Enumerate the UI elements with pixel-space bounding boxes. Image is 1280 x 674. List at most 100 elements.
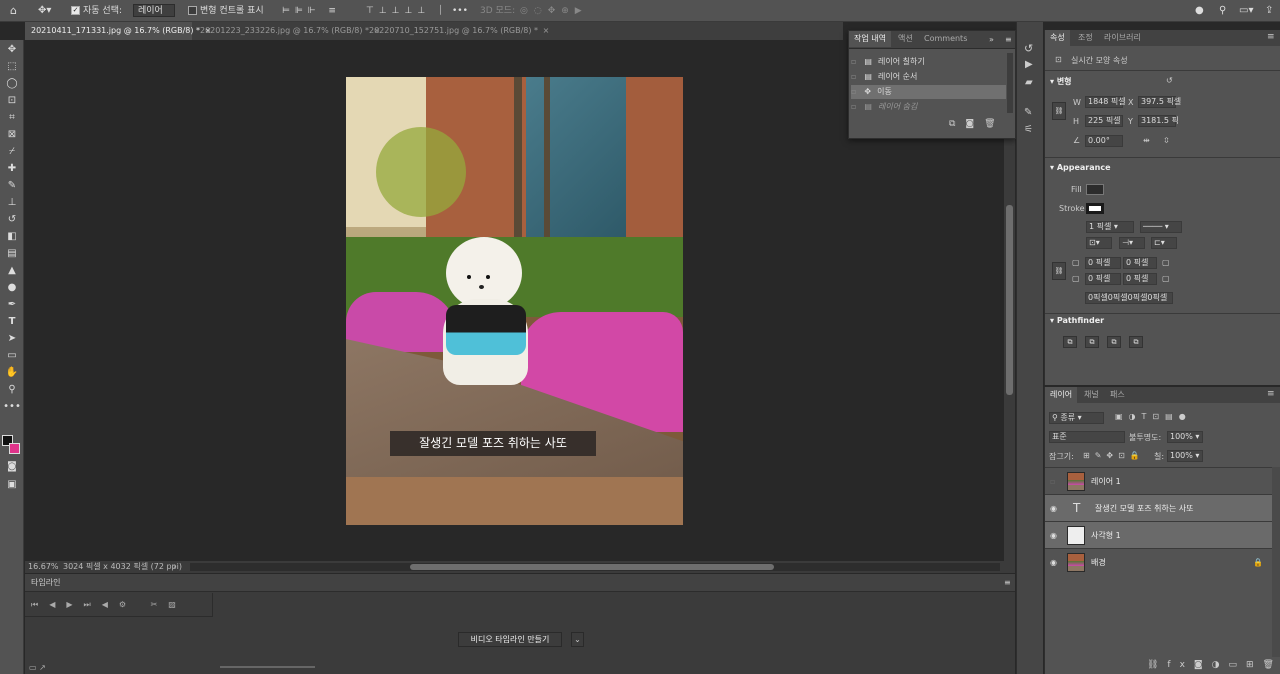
tab-channels[interactable]: 채널 <box>1079 387 1104 403</box>
panel-menu-icon[interactable]: ≡ <box>1267 389 1275 399</box>
link-icon[interactable]: ⛓ <box>1052 102 1066 120</box>
type-tool-icon[interactable]: T <box>3 314 21 329</box>
filter-kind-dropdown[interactable]: ⚲ 종류 ▾ <box>1049 412 1104 424</box>
layer-filter-icons[interactable]: ▣◑T⊡▤● <box>1115 412 1192 421</box>
path-select-tool-icon[interactable]: ➤ <box>3 331 21 346</box>
move-tool-icon[interactable]: ✥ <box>3 42 21 57</box>
chevron-down-icon[interactable]: ⌄ <box>571 632 584 647</box>
stroke-caps-dropdown[interactable]: ⊣▾ <box>1119 237 1145 249</box>
tab-actions[interactable]: 액션 <box>893 31 918 47</box>
rectangle-tool-icon[interactable]: ▭ <box>3 348 21 363</box>
layer-row-selected[interactable]: ◉ 사각형 1 <box>1045 521 1272 548</box>
width-field[interactable]: 1848 픽셀 <box>1085 96 1126 108</box>
blur-tool-icon[interactable]: ▲ <box>3 263 21 278</box>
marquee-tool-icon[interactable]: ⬚ <box>3 59 21 74</box>
tab-comments[interactable]: Comments <box>919 31 972 47</box>
x-field[interactable]: 397.5 픽셀 <box>1138 96 1181 108</box>
stamp-tool-icon[interactable]: ⊥ <box>3 195 21 210</box>
healing-tool-icon[interactable]: ✚ <box>3 161 21 176</box>
create-video-timeline-button[interactable]: 비디오 타임라인 만들기 <box>458 632 562 647</box>
history-item[interactable]: ▫ ▤ 레이어 칠하기 <box>851 55 1006 69</box>
blend-mode-dropdown[interactable]: 표준 <box>1049 431 1125 443</box>
eye-icon[interactable]: ◉ <box>1050 522 1057 549</box>
history-item[interactable]: ▫ ▤ 레이어 숨김 <box>851 100 1006 114</box>
doc-tab-2[interactable]: 20201223_233226.jpg @ 16.7% (RGB/8) * × <box>194 22 380 40</box>
history-item-selected[interactable]: ▫ ✥ 이동 <box>851 85 1006 99</box>
corner-bl-field[interactable]: 0 픽셀 <box>1085 273 1121 285</box>
adjustments-icon[interactable]: ⚟ <box>1024 124 1033 135</box>
unite-shapes-icon[interactable]: ⧉ <box>1063 336 1077 348</box>
tab-paths[interactable]: 패스 <box>1105 387 1130 403</box>
subtract-shapes-icon[interactable]: ⧉ <box>1085 336 1099 348</box>
eraser-tool-icon[interactable]: ◧ <box>3 229 21 244</box>
brush-settings-icon[interactable]: ✎ <box>1024 107 1032 118</box>
horizontal-scrollbar[interactable] <box>190 563 1000 571</box>
exclude-shapes-icon[interactable]: ⧉ <box>1129 336 1143 348</box>
distribute-icons[interactable]: ⊤⊥⊥⊥⊥ ⏐ <box>366 4 448 18</box>
timeline-controls[interactable]: ⏮◀▶⏭◀⚙ ✂▨ <box>25 593 213 617</box>
timeline-zoom-slider[interactable] <box>220 666 315 668</box>
move-tool-icon[interactable]: ✥▾ <box>38 4 51 18</box>
history-scrollbar[interactable] <box>1007 53 1013 113</box>
zoom-level[interactable]: 16.67% <box>28 561 59 573</box>
home-icon[interactable]: ⌂ <box>10 4 17 18</box>
quick-select-tool-icon[interactable]: ⊡ <box>3 93 21 108</box>
frame-tool-icon[interactable]: ⊠ <box>3 127 21 142</box>
layer-row-selected[interactable]: ◉ T 잘생긴 모델 포즈 취하는 사또 <box>1045 494 1272 521</box>
reset-icon[interactable]: ↺ <box>1166 76 1173 85</box>
y-field[interactable]: 3181.5 픽 <box>1138 115 1179 127</box>
close-icon[interactable]: × <box>543 26 550 35</box>
visibility-toggle[interactable]: ▫ <box>1050 468 1055 495</box>
collapse-icon[interactable]: » <box>989 31 994 49</box>
align-icons[interactable]: ⊨⊫⊩ ≡ <box>282 4 341 18</box>
intersect-shapes-icon[interactable]: ⧉ <box>1107 336 1121 348</box>
play-icon[interactable]: ▶ <box>1025 59 1033 70</box>
chevron-right-icon[interactable]: › <box>173 561 176 573</box>
corner-tl-field[interactable]: 0 픽셀 <box>1085 257 1121 269</box>
screen-mode-icon[interactable]: ▣ <box>3 477 21 492</box>
3d-mode-icons[interactable]: ◎◌✥⊕▶ <box>520 4 588 18</box>
workspace-icon[interactable]: ▭▾ <box>1239 4 1253 18</box>
horizontal-scroll-thumb[interactable] <box>410 564 774 570</box>
tab-libraries[interactable]: 라이브러리 <box>1099 30 1146 46</box>
history-item[interactable]: ▫ ▤ 레이어 순서 <box>851 70 1006 84</box>
lock-icons[interactable]: ⊞✎✥⊡🔒 <box>1083 451 1145 460</box>
opacity-field[interactable]: 100% ▾ <box>1167 431 1203 443</box>
flip-vertical-icon[interactable]: ⇳ <box>1163 136 1170 145</box>
hand-tool-icon[interactable]: ✋ <box>3 365 21 380</box>
lasso-tool-icon[interactable]: ◯ <box>3 76 21 91</box>
layer-row[interactable]: ▫ 레이어 1 <box>1045 467 1272 494</box>
document-canvas-image[interactable]: 잘생긴 모델 포즈 취하는 사또 <box>346 77 683 525</box>
eye-icon[interactable]: ◉ <box>1050 495 1057 522</box>
tab-layers[interactable]: 레이어 <box>1045 387 1078 403</box>
stroke-width-field[interactable]: 1 픽셀 ▾ <box>1086 221 1134 233</box>
timeline-footer-icons[interactable]: ▭ ↗ <box>29 663 46 672</box>
stroke-corners-dropdown[interactable]: ⊏▾ <box>1151 237 1177 249</box>
eye-icon[interactable]: ◉ <box>1050 549 1057 576</box>
layers-footer-icons[interactable]: ⛓fx◙◑▭⊞🗑 <box>1147 660 1280 670</box>
height-field[interactable]: 225 픽셀 <box>1085 115 1123 127</box>
quick-mask-icon[interactable]: ◙ <box>3 459 21 474</box>
zoom-tool-icon[interactable]: ⚲ <box>3 382 21 397</box>
layers-scrollbar[interactable] <box>1272 467 1280 657</box>
brush-tool-icon[interactable]: ✎ <box>3 178 21 193</box>
search-icon[interactable]: ⚲ <box>1219 4 1226 18</box>
tab-adjustments[interactable]: 조정 <box>1073 30 1098 46</box>
doc-tab-3[interactable]: 20220710_152751.jpg @ 16.7% (RGB/8) * × <box>363 22 549 40</box>
tab-properties[interactable]: 속성 <box>1045 30 1070 46</box>
fill-field[interactable]: 100% ▾ <box>1167 450 1203 462</box>
angle-field[interactable]: 0.00° <box>1085 135 1123 147</box>
auto-select-dropdown[interactable]: 레이어 <box>133 4 175 18</box>
vertical-scroll-thumb[interactable] <box>1006 205 1013 395</box>
stroke-type-dropdown[interactable]: ──── ▾ <box>1140 221 1182 233</box>
gradient-tool-icon[interactable]: ▤ <box>3 246 21 261</box>
history-panel-icon[interactable]: ↺ <box>1024 42 1033 55</box>
panel-menu-icon[interactable]: ≡ <box>1005 31 1012 49</box>
stroke-align-dropdown[interactable]: ⊡▾ <box>1086 237 1112 249</box>
caption-text-layer[interactable]: 잘생긴 모델 포즈 취하는 사또 <box>390 431 596 456</box>
layer-row[interactable]: ◉ 배경 🔒 <box>1045 548 1272 575</box>
panel-menu-icon[interactable]: ≡ <box>1267 32 1275 42</box>
more-options-button[interactable]: ••• <box>452 4 468 18</box>
background-color-swatch[interactable] <box>9 443 20 454</box>
auto-select-checkbox[interactable]: ✓ 자동 선택: <box>71 4 122 18</box>
